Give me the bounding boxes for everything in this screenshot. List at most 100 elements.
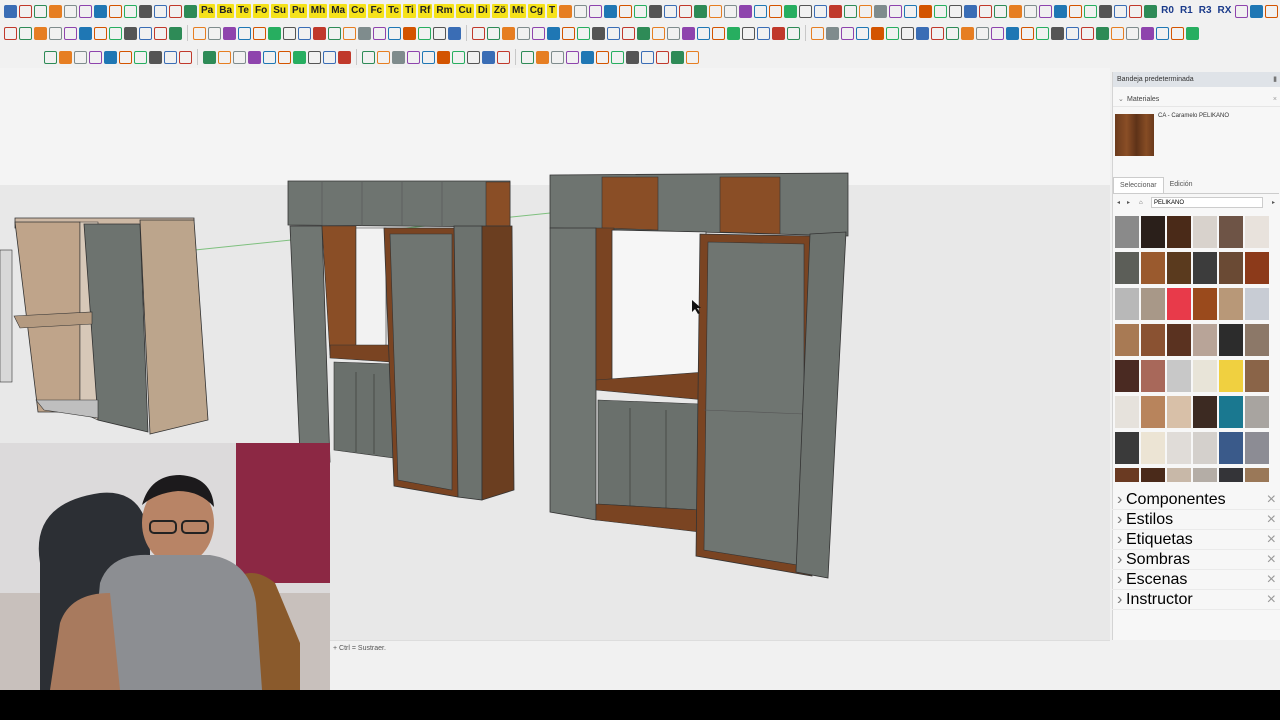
material-swatch[interactable] (1167, 432, 1191, 464)
toolbar-tool-icon[interactable] (472, 26, 485, 40)
toolbar-tool-icon[interactable] (946, 26, 959, 40)
material-swatch[interactable] (1219, 216, 1243, 248)
toolbar-plugin-button[interactable]: Zö (491, 4, 509, 18)
toolbar-tool-icon[interactable] (79, 4, 92, 18)
material-swatch[interactable] (1219, 288, 1243, 320)
material-swatch[interactable] (1245, 288, 1269, 320)
toolbar-tool-icon[interactable] (844, 4, 858, 18)
material-swatch[interactable] (1193, 396, 1217, 428)
material-swatch[interactable] (1219, 252, 1243, 284)
toolbar-tool-icon[interactable] (709, 4, 723, 18)
toolbar-tool-icon[interactable] (1024, 4, 1038, 18)
toolbar-plugin-button[interactable]: Cu (456, 4, 474, 18)
material-swatch[interactable] (1141, 360, 1165, 392)
toolbar-tool-icon[interactable] (313, 26, 326, 40)
toolbar-plugin-button[interactable]: Te (236, 4, 251, 18)
toolbar-tool-icon[interactable] (724, 4, 738, 18)
material-swatch[interactable] (1167, 216, 1191, 248)
toolbar-tool-icon[interactable] (248, 50, 261, 64)
toolbar-tool-icon[interactable] (566, 50, 579, 64)
toolbar-tool-icon[interactable] (392, 50, 405, 64)
materials-header[interactable]: ⌄ Materiales × (1113, 93, 1280, 107)
toolbar-tool-icon[interactable] (574, 4, 588, 18)
toolbar-plugin-button[interactable]: Ma (329, 4, 348, 18)
toolbar-tool-icon[interactable] (179, 50, 192, 64)
toolbar-tool-icon[interactable] (1066, 26, 1079, 40)
toolbar-tool-icon[interactable] (308, 50, 321, 64)
toolbar-tool-icon[interactable] (886, 26, 899, 40)
material-swatch[interactable] (1141, 396, 1165, 428)
toolbar-tool-icon[interactable] (991, 26, 1004, 40)
material-swatch[interactable] (1219, 396, 1243, 428)
material-swatch[interactable] (1167, 468, 1191, 482)
toolbar-tool-icon[interactable] (1129, 4, 1143, 18)
toolbar-tool-icon[interactable] (268, 26, 281, 40)
material-swatch[interactable] (1245, 216, 1269, 248)
material-swatch[interactable] (1115, 252, 1139, 284)
toolbar-tool-icon[interactable] (889, 4, 903, 18)
toolbar-tool-icon[interactable] (452, 50, 465, 64)
toolbar-tool-icon[interactable] (1099, 4, 1113, 18)
toolbar-tool-icon[interactable] (164, 50, 177, 64)
close-icon[interactable]: × (1273, 93, 1277, 106)
tab-edit[interactable]: Edición (1164, 177, 1199, 193)
toolbar-tool-icon[interactable] (592, 26, 605, 40)
toolbar-tool-icon[interactable] (757, 26, 770, 40)
toolbar-tool-icon[interactable] (1156, 26, 1169, 40)
toolbar-tool-icon[interactable] (94, 4, 107, 18)
toolbar-tool-icon[interactable] (784, 4, 798, 18)
toolbar-tool-icon[interactable] (536, 50, 549, 64)
tray-section-componentes[interactable]: › Componentes × (1112, 490, 1280, 510)
toolbar-tool-icon[interactable] (154, 26, 167, 40)
toolbar-tool-icon[interactable] (139, 4, 152, 18)
material-swatch[interactable] (1245, 324, 1269, 356)
cabinet-right[interactable] (549, 172, 849, 579)
toolbar-tool-icon[interactable] (193, 26, 206, 40)
material-swatch[interactable] (1219, 360, 1243, 392)
toolbar-tool-icon[interactable] (712, 26, 725, 40)
toolbar-render-button[interactable]: RX (1216, 4, 1234, 18)
toolbar-tool-icon[interactable] (1036, 26, 1049, 40)
toolbar-tool-icon[interactable] (1081, 26, 1094, 40)
toolbar-tool-icon[interactable] (1250, 4, 1264, 18)
toolbar-tool-icon[interactable] (218, 50, 231, 64)
forward-arrow-icon[interactable]: ▸ (1127, 196, 1130, 210)
material-swatch[interactable] (1219, 324, 1243, 356)
toolbar-tool-icon[interactable] (448, 26, 461, 40)
material-swatch[interactable] (1245, 252, 1269, 284)
material-swatch[interactable] (1219, 432, 1243, 464)
toolbar-tool-icon[interactable] (814, 4, 828, 18)
toolbar-tool-icon[interactable] (772, 26, 785, 40)
toolbar-tool-icon[interactable] (607, 26, 620, 40)
toolbar-tool-icon[interactable] (811, 26, 824, 40)
toolbar-tool-icon[interactable] (19, 26, 32, 40)
material-swatch[interactable] (1115, 396, 1139, 428)
toolbar-tool-icon[interactable] (1111, 26, 1124, 40)
toolbar-tool-icon[interactable] (422, 50, 435, 64)
toolbar-tool-icon[interactable] (979, 4, 993, 18)
toolbar-tool-icon[interactable] (44, 50, 57, 64)
toolbar-tool-icon[interactable] (233, 50, 246, 64)
toolbar-tool-icon[interactable] (293, 50, 306, 64)
toolbar-plugin-button[interactable]: Pu (289, 4, 307, 18)
toolbar-tool-icon[interactable] (826, 26, 839, 40)
toolbar-render-button[interactable]: R0 (1159, 4, 1176, 18)
toolbar-tool-icon[interactable] (482, 50, 495, 64)
toolbar-tool-icon[interactable] (139, 26, 152, 40)
toolbar-tool-icon[interactable] (4, 4, 17, 18)
material-swatch[interactable] (1245, 432, 1269, 464)
toolbar-tool-icon[interactable] (263, 50, 276, 64)
toolbar-plugin-button[interactable]: Ba (217, 4, 235, 18)
material-swatch[interactable] (1193, 360, 1217, 392)
toolbar-tool-icon[interactable] (859, 4, 873, 18)
toolbar-tool-icon[interactable] (403, 26, 416, 40)
toolbar-tool-icon[interactable] (109, 4, 122, 18)
close-icon[interactable]: × (1267, 550, 1276, 569)
toolbar-tool-icon[interactable] (799, 4, 813, 18)
toolbar-tool-icon[interactable] (934, 4, 948, 18)
toolbar-tool-icon[interactable] (358, 26, 371, 40)
toolbar-tool-icon[interactable] (1021, 26, 1034, 40)
back-arrow-icon[interactable]: ◂ (1117, 196, 1120, 210)
toolbar-plugin-button[interactable]: Su (271, 4, 288, 18)
material-swatch[interactable] (1115, 288, 1139, 320)
